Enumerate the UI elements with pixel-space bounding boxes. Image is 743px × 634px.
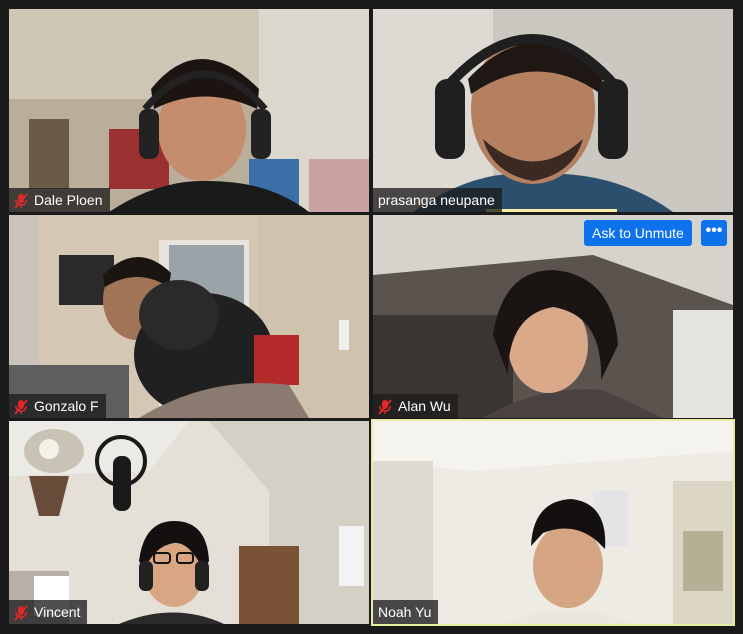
participant-name: Alan Wu xyxy=(398,398,451,414)
video-tile-prasanga-neupane[interactable]: prasanga neupane xyxy=(373,9,733,212)
video-feed xyxy=(9,9,369,212)
participant-name-tag: Gonzalo F xyxy=(9,394,106,418)
participant-name: prasanga neupane xyxy=(378,192,495,208)
muted-microphone-icon xyxy=(378,398,392,415)
participant-name-tag: Vincent xyxy=(9,600,88,624)
more-options-button[interactable]: ••• xyxy=(701,220,727,246)
muted-microphone-icon xyxy=(14,604,28,621)
participant-name-tag: Dale Ploen xyxy=(9,188,110,212)
more-options-icon: ••• xyxy=(705,222,723,239)
ask-to-unmute-button[interactable]: Ask to Unmute xyxy=(584,220,692,246)
participant-name-tag: Alan Wu xyxy=(373,394,458,418)
video-gallery: Dale Ploen prasanga neupane Gonzalo F As… xyxy=(0,0,743,634)
participant-name-tag: prasanga neupane xyxy=(373,188,502,212)
video-tile-dale-ploen[interactable]: Dale Ploen xyxy=(9,9,369,212)
video-feed xyxy=(373,421,733,624)
participant-name: Dale Ploen xyxy=(34,192,103,208)
video-feed xyxy=(9,421,369,624)
video-feed xyxy=(373,9,733,212)
muted-microphone-icon xyxy=(14,192,28,209)
participant-name: Vincent xyxy=(34,604,81,620)
video-feed xyxy=(9,215,369,418)
participant-name-tag: Noah Yu xyxy=(373,600,439,624)
video-tile-alan-wu[interactable]: Ask to Unmute ••• Alan Wu xyxy=(373,215,733,418)
participant-name: Noah Yu xyxy=(378,604,432,620)
muted-microphone-icon xyxy=(14,398,28,415)
speaking-indicator xyxy=(486,209,617,212)
video-tile-noah-yu[interactable]: Noah Yu xyxy=(371,419,735,626)
video-tile-vincent[interactable]: Vincent xyxy=(9,421,369,624)
video-tile-gonzalo-f[interactable]: Gonzalo F xyxy=(9,215,369,418)
participant-name: Gonzalo F xyxy=(34,398,99,414)
